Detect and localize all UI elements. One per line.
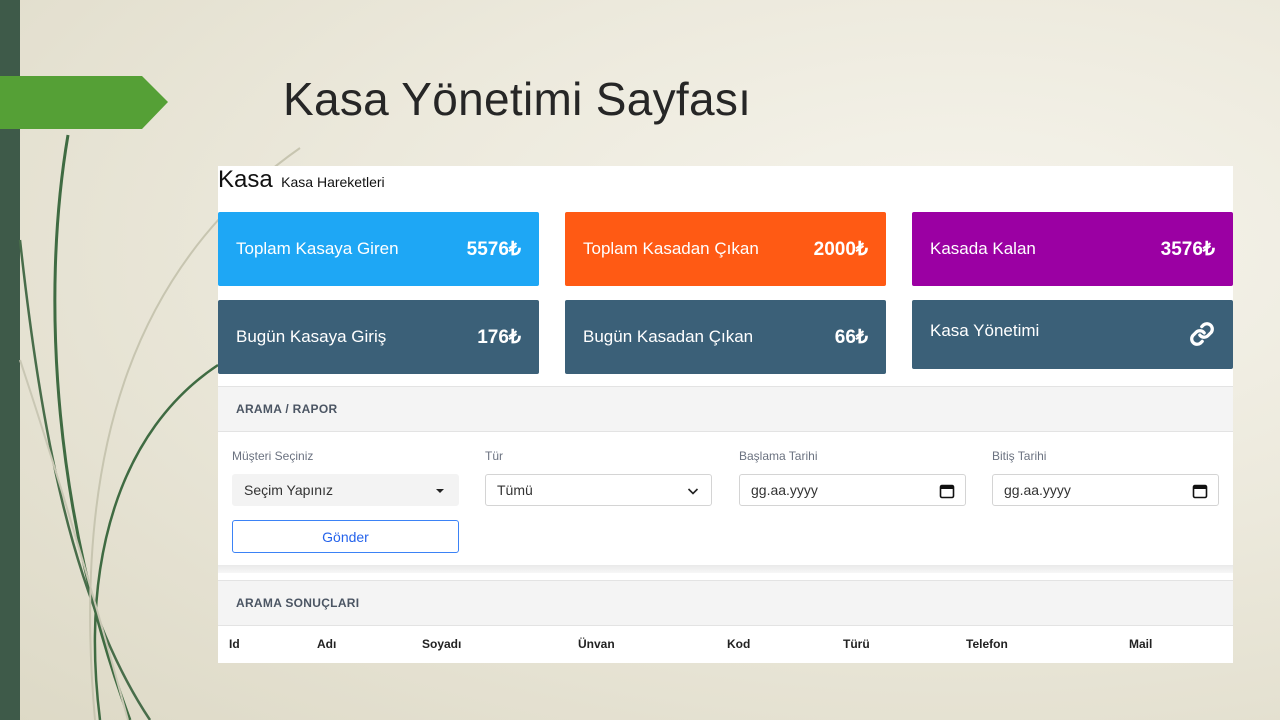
submit-button[interactable]: Gönder [232,520,459,553]
card-value: 66₺ [834,326,868,348]
column-header-type: Türü [843,637,870,651]
link-icon[interactable] [1189,321,1215,347]
search-heading: ARAMA / RAPOR [236,402,338,416]
column-header-code: Kod [727,637,751,651]
start-date-placeholder: gg.aa.yyyy [751,482,818,498]
results-section-header: ARAMA SONUÇLARI [218,580,1233,626]
card-label: Toplam Kasaya Giren [236,239,399,258]
cash-panel: Kasa Kasa Hareketleri Toplam Kasaya Gire… [218,166,1233,663]
column-header-phone: Telefon [966,637,1008,651]
card-value: 2000₺ [813,238,868,260]
chevron-down-icon [687,488,699,495]
card-label: Bugün Kasaya Giriş [236,327,387,346]
column-header-surname: Soyadı [422,637,462,651]
column-header-mail: Mail [1129,637,1153,651]
card-label: Bugün Kasadan Çıkan [583,327,754,346]
start-date-input[interactable]: gg.aa.yyyy [739,474,966,506]
card-today-out: Bugün Kasadan Çıkan 66₺ [565,300,886,374]
end-date-input[interactable]: gg.aa.yyyy [992,474,1219,506]
slide-title: Kasa Yönetimi Sayfası [283,73,752,125]
column-header-name: Adı [317,637,337,651]
column-header-title: Ünvan [578,637,615,651]
card-total-out: Toplam Kasadan Çıkan 2000₺ [565,212,886,286]
panel-subtitle: Kasa Hareketleri [281,174,385,190]
column-header-id: Id [229,637,240,651]
panel-title: Kasa [218,166,273,193]
customer-select[interactable]: Seçim Yapınız [232,474,459,506]
results-heading: ARAMA SONUÇLARI [236,596,360,610]
customer-select-value: Seçim Yapınız [244,482,333,498]
calendar-icon[interactable] [1192,483,1208,499]
section-divider [218,565,1233,573]
card-label: Toplam Kasadan Çıkan [583,239,759,258]
calendar-icon[interactable] [939,483,955,499]
slide-arrow-tab [0,76,168,129]
type-select-value: Tümü [497,482,533,498]
search-section-header: ARAMA / RAPOR [218,386,1233,432]
card-total-in: Toplam Kasaya Giren 5576₺ [218,212,539,286]
card-value: 3576₺ [1160,238,1215,260]
end-date-label: Bitiş Tarihi [992,449,1047,463]
end-date-placeholder: gg.aa.yyyy [1004,482,1071,498]
caret-down-icon [436,489,444,493]
panel-header: Kasa Kasa Hareketleri [218,166,385,196]
card-value: 5576₺ [466,238,521,260]
card-value: 176₺ [477,326,521,348]
card-today-in: Bugün Kasaya Giriş 176₺ [218,300,539,374]
start-date-label: Başlama Tarihi [739,449,818,463]
card-balance: Kasada Kalan 3576₺ [912,212,1233,286]
type-label: Tür [485,449,503,463]
card-label: Kasada Kalan [930,239,1036,258]
customer-label: Müşteri Seçiniz [232,449,314,463]
card-cash-management[interactable]: Kasa Yönetimi [912,300,1233,369]
type-select[interactable]: Tümü [485,474,712,506]
card-label: Kasa Yönetimi [930,321,1040,340]
